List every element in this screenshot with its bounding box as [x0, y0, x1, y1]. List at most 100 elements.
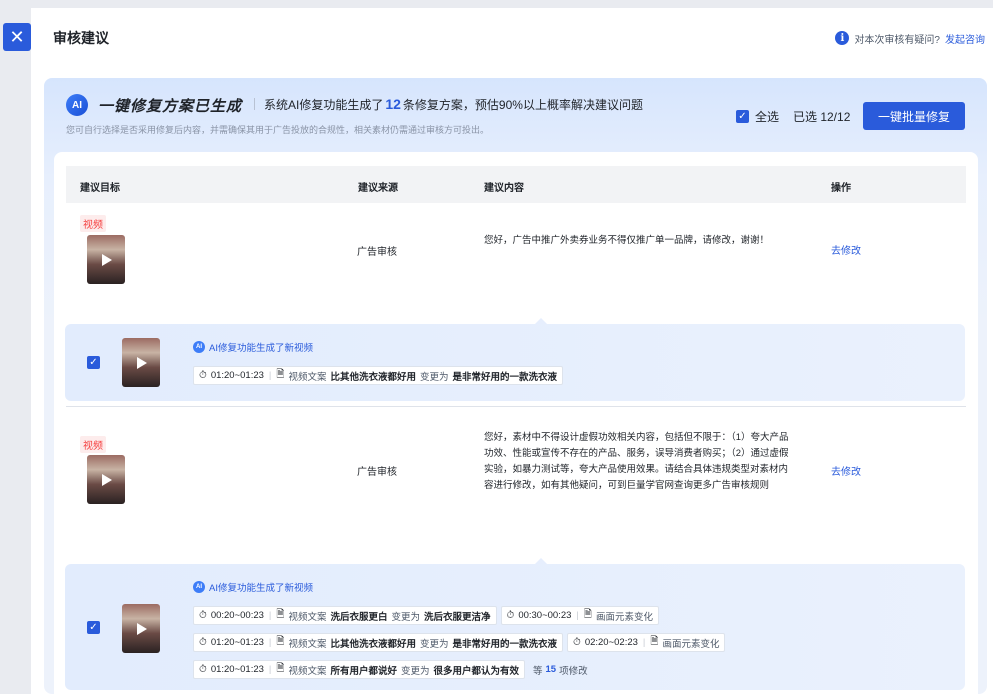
- change-chip-row: ⏱ 01:20~01:23 | 🗎 视频文案 比其他洗衣液都好用 变更为 是非常好用的一款洗衣…: [193, 366, 563, 385]
- close-button[interactable]: ✕: [3, 23, 31, 51]
- divider: |: [268, 664, 272, 675]
- table-row: 视频 广告审核 您好，素材中不得设计虚假功效相关内容，包括但不限于：（1）夸大产…: [66, 408, 966, 538]
- chip-from: 所有用户都说好: [330, 665, 397, 677]
- chip-time: 00:30~00:23: [518, 610, 572, 621]
- ai-label-bold: AI修复功能: [209, 343, 256, 354]
- chip-from: 比其他洗衣液都好用: [330, 638, 416, 650]
- ai-heading: 一键修复方案已生成: [98, 98, 243, 115]
- change-chip: ⏱ 01:20~01:23 | 🗎 视频文案 所有用户都说好 变更为 很多用户都认为有效: [193, 660, 525, 679]
- chip-from: 比其他洗衣液都好用: [330, 371, 416, 383]
- ai-dot-icon: AI: [193, 581, 205, 593]
- extra-prefix: 等: [533, 665, 543, 677]
- page-title: 审核建议: [53, 30, 109, 46]
- ai-generated-label: AI AI修复功能生成了新视频: [193, 580, 313, 594]
- column-header: 建议目标: [80, 183, 120, 194]
- notch: [535, 318, 547, 324]
- table-header: 建议目标 建议来源 建议内容 操作: [66, 166, 966, 203]
- play-icon: [137, 356, 147, 369]
- doc-icon: 🗎: [276, 369, 285, 380]
- suggestion-checkbox[interactable]: ✓: [87, 356, 100, 369]
- change-chip: ⏱ 02:20~02:23 | 🗎 画面元素变化: [567, 633, 726, 652]
- chip-verb: 变更为: [419, 638, 449, 650]
- chip-time: 01:20~01:23: [210, 637, 264, 648]
- change-chip: ⏱ 01:20~01:23 | 🗎 视频文案 比其他洗衣液都好用 变更为 是非常好用的一款洗衣…: [193, 366, 563, 385]
- select-all-checkbox[interactable]: ✓ 全选: [736, 108, 779, 125]
- chip-kind: 视频文案: [288, 371, 327, 383]
- chip-to: 很多用户都认为有效: [433, 665, 519, 677]
- chip-kind: 视频文案: [288, 638, 327, 650]
- ai-label-rest: 生成了新视频: [255, 583, 313, 594]
- chip-time: 01:20~01:23: [210, 370, 264, 381]
- video-tag: 视频: [80, 215, 106, 232]
- play-icon: [102, 473, 112, 486]
- select-all-label: 全选: [755, 110, 780, 124]
- edit-link[interactable]: 去修改: [831, 242, 861, 257]
- clock-icon: ⏱: [573, 637, 581, 648]
- review-suggestion-drawer: 审核建议 i 对本次审核有疑问? 发起咨询 AI 一键修复方案已生成 系统AI修…: [31, 8, 993, 694]
- suggestion-content: 您好，素材中不得设计虚假功效相关内容，包括但不限于：（1）夸大产品功效、性能或宣…: [484, 432, 789, 491]
- chip-kind: 画面元素变化: [595, 611, 653, 623]
- ai-label-bold: AI修复功能: [209, 583, 256, 594]
- close-icon: ✕: [9, 26, 25, 47]
- change-chip: ⏱ 00:20~00:23 | 🗎 视频文案 洗后衣服更白 变更为 洗后衣服更洁净: [193, 606, 497, 625]
- divider: |: [268, 610, 272, 621]
- ai-generated-label: AI AI修复功能生成了新视频: [193, 340, 313, 354]
- ai-fix-suggestion: ✓ AI AI修复功能生成了新视频 ⏱ 01:20~01:23 | 🗎 视频文案 比其他洗…: [65, 318, 965, 401]
- video-thumbnail[interactable]: [87, 235, 125, 284]
- suggestion-content: 您好，广告中推广外卖券业务不得仅推广单一品牌，请修改，谢谢！: [484, 235, 770, 246]
- new-video-thumbnail[interactable]: [122, 338, 160, 387]
- change-chip-row: ⏱ 01:20~01:23 | 🗎 视频文案 所有用户都说好 变更为 很多用户都认为有效 等1…: [193, 660, 588, 679]
- chip-to: 是非常好用的一款洗衣液: [452, 638, 557, 650]
- column-header: 建议内容: [484, 183, 524, 194]
- doc-icon: 🗎: [276, 636, 285, 647]
- chip-from: 洗后衣服更白: [330, 611, 388, 623]
- change-chip: ⏱ 00:30~00:23 | 🗎 画面元素变化: [500, 606, 659, 625]
- suggestion-source: 广告审核: [357, 247, 397, 258]
- header-help: i 对本次审核有疑问? 发起咨询: [835, 31, 985, 46]
- help-question: 对本次审核有疑问?: [854, 34, 940, 46]
- drawer-header: 审核建议 i 对本次审核有疑问? 发起咨询: [31, 8, 993, 68]
- change-chip-row: ⏱ 01:20~01:23 | 🗎 视频文案 比其他洗衣液都好用 变更为 是非常好用的一款洗衣…: [193, 633, 726, 652]
- clock-icon: ⏱: [199, 664, 207, 675]
- change-chip: ⏱ 01:20~01:23 | 🗎 视频文案 比其他洗衣液都好用 变更为 是非常好用的一款洗衣…: [193, 633, 563, 652]
- suggestion-source: 广告审核: [357, 467, 397, 478]
- row-divider: [66, 406, 966, 407]
- ai-fix-suggestion: ✓ AI AI修复功能生成了新视频 ⏱ 00:20~00:23 | 🗎 视频文案 洗后衣服…: [65, 558, 965, 690]
- extra-suffix: 项修改: [559, 665, 588, 677]
- consult-link[interactable]: 发起咨询: [945, 31, 985, 46]
- suggestion-checkbox[interactable]: ✓: [87, 621, 100, 634]
- ai-subtext: 您可自行选择是否采用修复后内容，并需确保其用于广告投放的合规性，相关素材仍需通过…: [66, 125, 490, 135]
- info-icon: i: [835, 31, 850, 45]
- ai-label-rest: 生成了新视频: [255, 343, 313, 354]
- ai-dot-icon: AI: [193, 341, 205, 353]
- clock-icon: ⏱: [199, 370, 207, 381]
- suggestion-table-card: 建议目标 建议来源 建议内容 操作 视频 广告审核 您好，广告中推广外卖券业务不…: [54, 152, 978, 694]
- extra-count: 15: [545, 664, 557, 675]
- chip-verb: 变更为: [400, 665, 430, 677]
- batch-fix-button[interactable]: 一键批量修复: [863, 102, 965, 130]
- column-header: 建议来源: [358, 183, 398, 194]
- table-row: 视频 广告审核 您好，广告中推广外卖券业务不得仅推广单一品牌，请修改，谢谢！ 去…: [66, 203, 966, 313]
- chip-verb: 变更为: [419, 371, 449, 383]
- chip-kind: 视频文案: [288, 611, 327, 623]
- ai-fix-banner: AI 一键修复方案已生成 系统AI修复功能生成了 12 条修复方案，预估90%以上概…: [44, 78, 987, 154]
- doc-icon: 🗎: [650, 636, 659, 647]
- chip-time: 00:20~00:23: [210, 610, 264, 621]
- play-icon: [137, 622, 147, 635]
- checkbox-checked-icon: ✓: [736, 110, 749, 123]
- doc-icon: 🗎: [276, 609, 285, 620]
- edit-link[interactable]: 去修改: [831, 463, 861, 478]
- play-icon: [102, 253, 112, 266]
- change-chip-row: ⏱ 00:20~00:23 | 🗎 视频文案 洗后衣服更白 变更为 洗后衣服更洁净 ⏱ 00:3…: [193, 606, 659, 625]
- notch: [535, 558, 547, 564]
- clock-icon: ⏱: [199, 637, 207, 648]
- ai-logo-icon: AI: [66, 94, 88, 116]
- fix-count: 12: [385, 96, 401, 112]
- ai-summary: 系统AI修复功能生成了 12 条修复方案，预估90%以上概率解决建议问题: [264, 96, 643, 113]
- chip-to: 洗后衣服更洁净: [423, 611, 491, 623]
- video-thumbnail[interactable]: [87, 455, 125, 504]
- new-video-thumbnail[interactable]: [122, 604, 160, 653]
- divider: [254, 98, 255, 110]
- ai-summary-prefix: 系统AI修复功能生成了: [264, 98, 384, 112]
- chip-time: 01:20~01:23: [210, 664, 264, 675]
